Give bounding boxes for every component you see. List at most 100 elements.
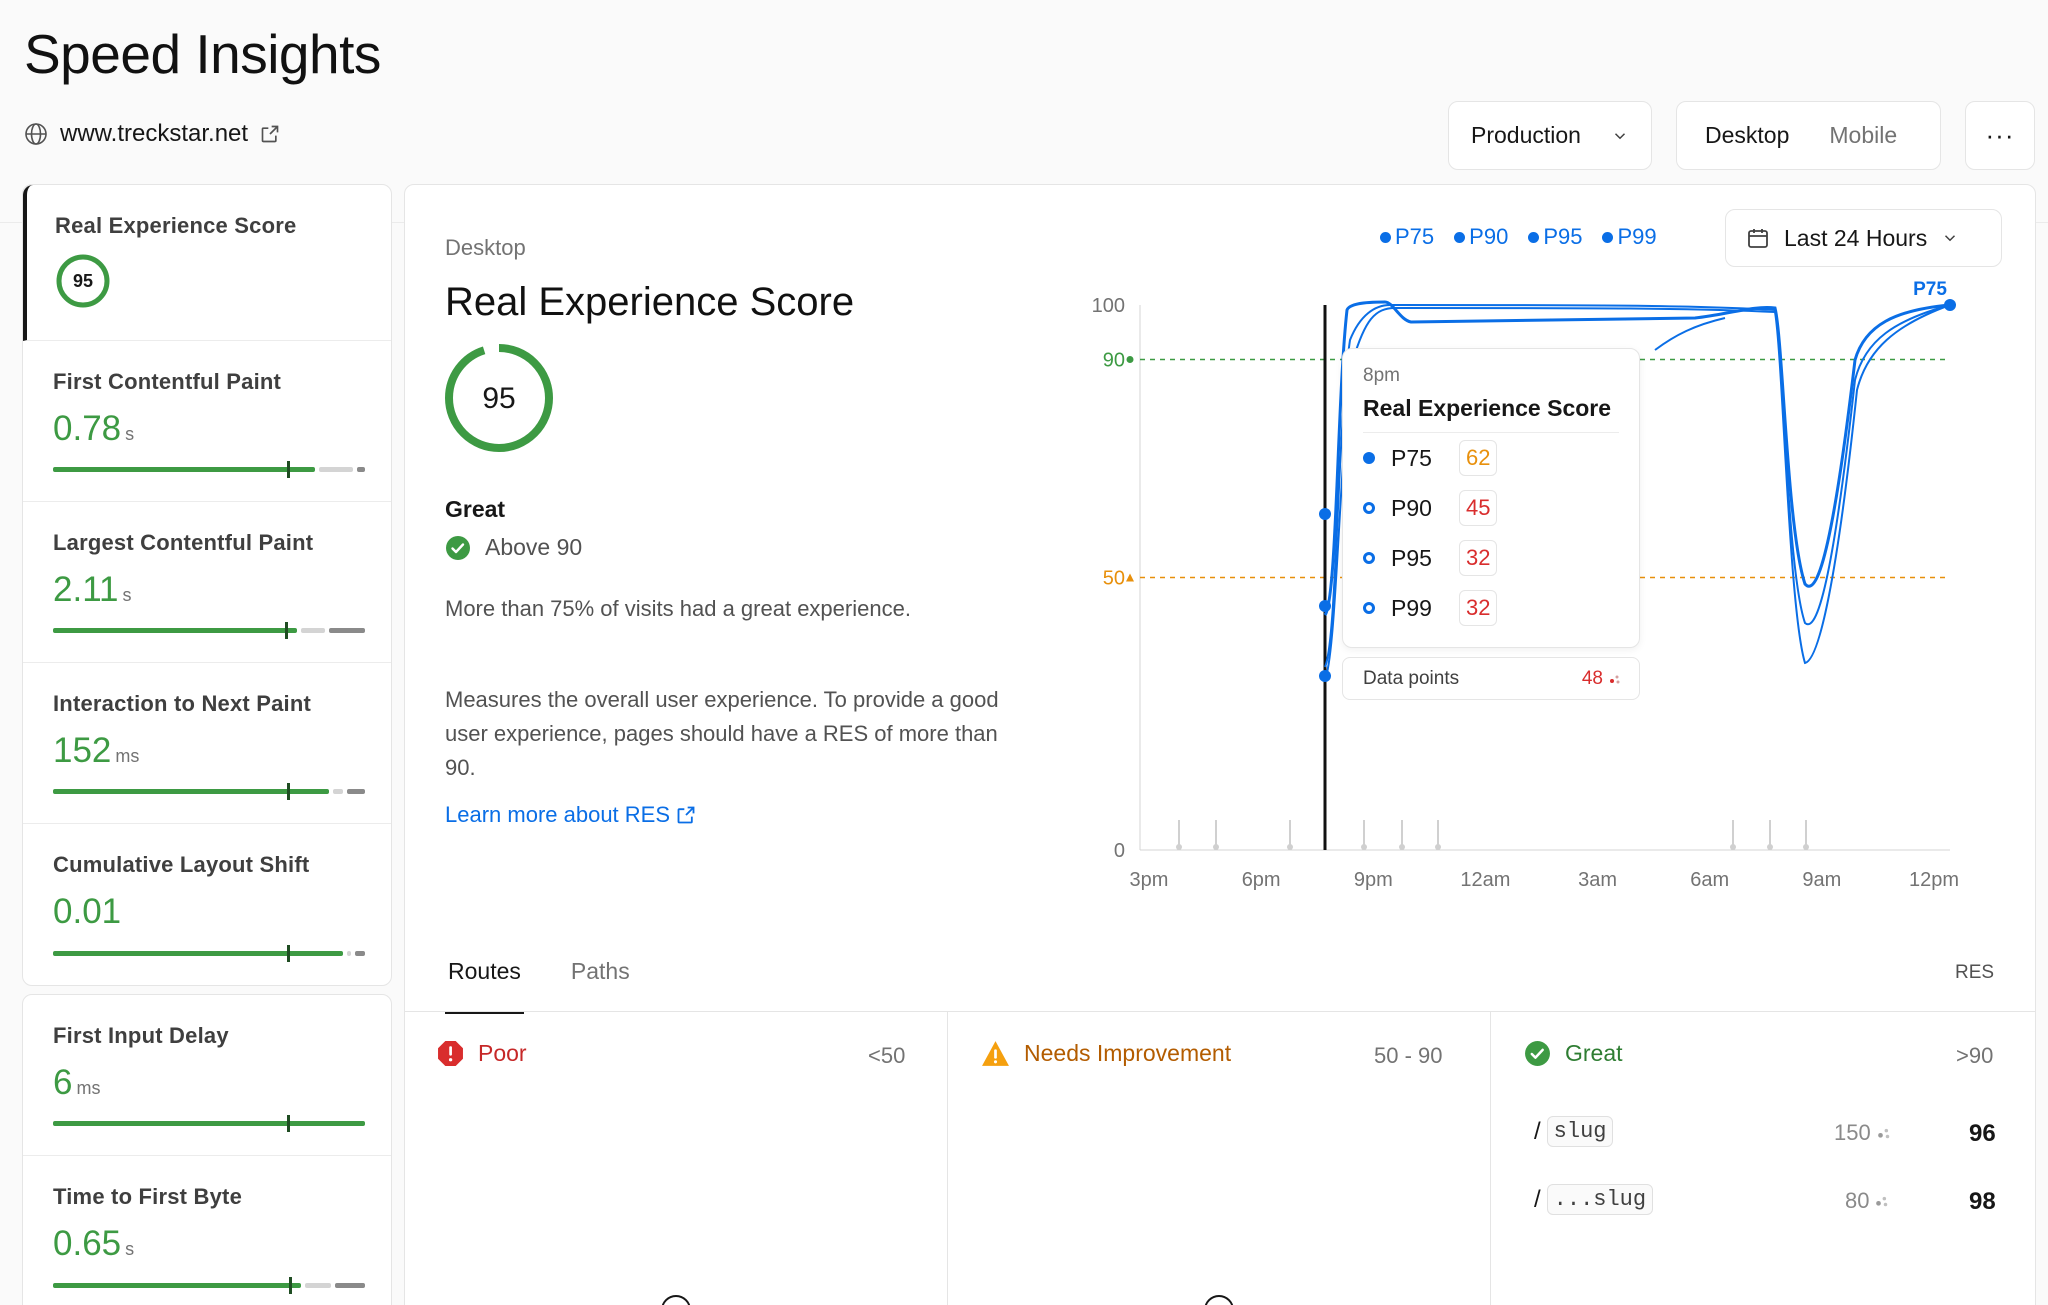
x-tick-label: 12pm [1909,869,1959,891]
site-url: www.treckstar.net [60,120,249,147]
y-tick-label: 0 [1114,840,1125,862]
legend-label: P99 [1617,224,1657,249]
description-text: Measures the overall user experience. To… [445,687,999,780]
column-range: >90 [1956,1043,1994,1068]
dots-icon [1610,675,1620,683]
tooltip-title: Real Experience Score [1363,395,1619,433]
legend-label: P95 [1543,224,1583,249]
route-count: 80 [1845,1188,1889,1214]
route-row[interactable]: / ...slug [1534,1184,1654,1215]
route-score: 96 [1969,1120,1996,1147]
metric-name: Cumulative Layout Shift [53,852,310,877]
column-divider [1490,1012,1491,1305]
metric-res[interactable]: Real Experience Score 95 [23,185,391,341]
tabs-divider [405,1011,2035,1012]
route-score: 98 [1969,1188,1996,1215]
tab-paths[interactable]: Paths [568,958,633,1014]
metric-lcp[interactable]: Largest Contentful Paint 2.11 s [23,502,391,663]
device-switch[interactable]: Desktop Mobile [1676,101,1941,170]
data-points-badge: Data points 48 [1342,657,1640,700]
data-point-dot [1213,844,1219,850]
detail-device: Desktop [445,235,526,260]
tooltip-row-p90: P90 45 [1363,483,1619,533]
environment-label: Production [1471,122,1581,148]
series-name: P75 [1391,444,1432,471]
column-divider [947,1012,948,1305]
series-name: P99 [1391,594,1432,621]
learn-more-link[interactable]: Learn more about RES [445,802,696,828]
external-link-icon [677,806,695,824]
rating-detail: Above 90 [445,534,582,561]
legend-item-p95[interactable]: P95 [1528,224,1582,250]
data-points-label: Data points [1363,667,1460,689]
tooltip-row-p75: P75 62 [1363,433,1619,483]
device-tab-desktop[interactable]: Desktop [1705,122,1789,149]
data-point-dot [1767,844,1773,850]
metric-cls[interactable]: Cumulative Layout Shift 0.01 [23,824,391,985]
x-tick-label: 3am [1578,869,1617,891]
metric-unit: s [125,424,135,444]
legend-dot [1380,231,1391,243]
metric-value: 6 [53,1063,73,1102]
detail-title: Real Experience Score [445,280,855,324]
route-row[interactable]: / slug [1534,1116,1614,1147]
threshold-marker [1126,573,1134,582]
metric-ttfb[interactable]: Time to First Byte 0.65 s [23,1156,391,1305]
learn-more-label: Learn more about RES [445,802,671,827]
route-prefix: / [1534,1117,1541,1145]
external-link-icon [261,125,279,143]
legend-item-p75[interactable]: P75 [1380,224,1434,250]
site-link[interactable]: www.treckstar.net [24,120,280,148]
environment-select[interactable]: Production [1448,101,1652,170]
column-label: Great [1565,1040,1623,1066]
score-ring: 95 [56,254,110,308]
y-tick-label: 50 [1103,568,1125,590]
legend-item-p99[interactable]: P99 [1602,224,1657,250]
series-dot [1363,502,1375,514]
column-range: 50 - 90 [1374,1043,1443,1068]
device-tab-mobile[interactable]: Mobile [1829,122,1897,149]
column-label: Needs Improvement [1024,1040,1232,1066]
x-tick-label: 12am [1460,869,1510,891]
series-name: P95 [1391,544,1432,571]
series-value: 45 [1459,490,1498,526]
metric-name: Real Experience Score [55,213,297,238]
data-point-dot [1730,844,1736,850]
metric-fid[interactable]: First Input Delay 6 ms [23,995,391,1156]
hover-point [1319,670,1331,682]
column-poor: Poor [437,1040,527,1067]
legend-dot [1454,231,1466,243]
more-options-button[interactable]: ··· [1965,101,2035,170]
time-range-label: Last 24 Hours [1784,224,1928,251]
x-tick-label: 6am [1690,869,1729,891]
legend-item-p90[interactable]: P90 [1454,224,1508,250]
chart-tooltip: 8pm Real Experience Score P75 62 P90 45 P9… [1342,348,1640,648]
route-path: slug [1546,1116,1614,1147]
legend-label: P90 [1469,224,1509,249]
data-point-dot [1435,844,1441,850]
y-tick-label: 90 [1103,350,1125,372]
metric-name: First Input Delay [53,1023,229,1048]
check-circle-icon [446,535,470,560]
data-point-dot [1803,844,1809,850]
time-range-select[interactable]: Last 24 Hours [1725,209,2002,267]
calendar-icon [1748,229,1768,248]
tab-routes[interactable]: Routes [445,958,524,1014]
metric-fcp[interactable]: First Contentful Paint 0.78 s [23,341,391,502]
metric-unit: ms [76,1078,101,1098]
hover-point [1319,508,1331,520]
threshold-marker [1126,356,1134,363]
routes-tabs: Routes Paths [445,958,633,1014]
x-tick-label: 6pm [1242,869,1281,891]
series-dot [1363,602,1375,614]
metric-score: 95 [73,271,93,291]
dots-icon [1877,1128,1889,1139]
data-points-value: 48 [1581,667,1603,689]
column-label: Poor [478,1040,527,1066]
metric-inp[interactable]: Interaction to Next Paint 152 ms [23,663,391,824]
route-count-value: 150 [1834,1120,1871,1145]
metric-unit: s [125,1239,135,1259]
chevron-down-icon [1614,132,1626,139]
series-value: 62 [1459,440,1498,476]
legend-label: P75 [1395,224,1435,249]
